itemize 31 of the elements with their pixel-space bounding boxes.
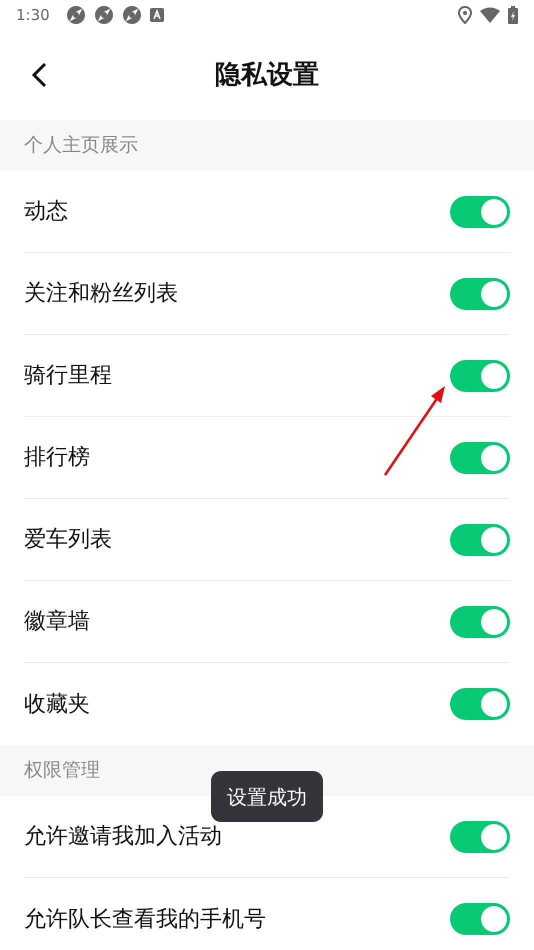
app-notification-icon [122,5,142,25]
page-title: 隐私设置 [215,58,319,92]
toggle-switch[interactable] [450,903,510,935]
setting-label: 允许邀请我加入活动 [24,823,222,851]
setting-label: 排行榜 [24,444,90,472]
battery-icon [508,6,518,24]
setting-label: 爱车列表 [24,526,112,554]
setting-label: 收藏夹 [24,690,90,718]
setting-label: 骑行里程 [24,362,112,390]
setting-label: 允许队长查看我的手机号 [24,906,266,934]
app-notification-icon [94,5,114,25]
text-icon [150,8,164,22]
location-icon [458,6,472,24]
section-header: 个人主页展示 [24,133,138,158]
toggle-switch[interactable] [450,360,510,392]
toggle-switch[interactable] [450,606,510,638]
app-notification-icon [66,5,86,25]
toggle-switch[interactable] [450,688,510,720]
setting-label: 徽章墙 [24,608,90,636]
toggle-switch[interactable] [450,196,510,228]
toggle-switch[interactable] [450,278,510,310]
section-header: 权限管理 [24,758,100,784]
back-icon [31,62,47,88]
wifi-icon [480,7,500,23]
setting-label: 动态 [24,198,68,226]
setting-label: 关注和粉丝列表 [24,280,178,308]
toggle-switch[interactable] [450,442,510,474]
toggle-switch[interactable] [450,524,510,556]
toast: 设置成功 [211,771,323,822]
status-time: 1:30 [16,4,50,26]
toggle-switch[interactable] [450,820,510,852]
